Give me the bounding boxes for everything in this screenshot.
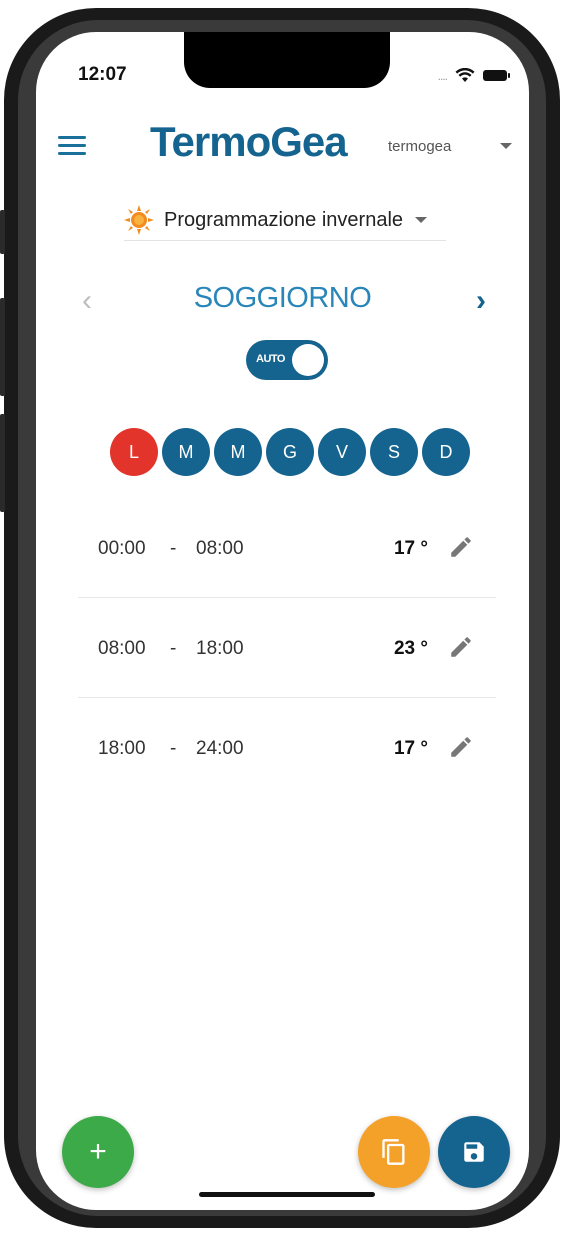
save-icon xyxy=(464,1142,484,1162)
day-selector: L M M G V S D xyxy=(110,428,470,476)
app-screen: 12:07 .... TermoGea termogea Programmazi… xyxy=(36,32,529,1210)
toggle-knob xyxy=(292,344,324,376)
volume-down-button xyxy=(0,414,5,512)
next-room-icon[interactable]: › xyxy=(476,284,486,318)
slot-temperature: 17 ° xyxy=(393,738,428,759)
slot-start: 00:00 xyxy=(98,538,146,559)
program-select[interactable]: Programmazione invernale xyxy=(124,200,446,241)
toggle-label: AUTO xyxy=(256,353,285,365)
day-tuesday[interactable]: M xyxy=(162,428,210,476)
notch xyxy=(184,32,390,88)
slot-end: 18:00 xyxy=(196,638,244,659)
schedule-row: 08:00 - 18:00 23 ° xyxy=(78,598,496,698)
day-sunday[interactable]: D xyxy=(422,428,470,476)
schedule-row: 00:00 - 08:00 17 ° xyxy=(78,498,496,598)
edit-icon[interactable] xyxy=(448,734,474,760)
slot-separator: - xyxy=(170,738,177,759)
app-logo: TermoGea xyxy=(150,118,348,165)
slot-separator: - xyxy=(170,538,177,559)
menu-icon[interactable] xyxy=(58,136,86,156)
day-thursday[interactable]: G xyxy=(266,428,314,476)
volume-up-button xyxy=(0,298,5,396)
edit-icon[interactable] xyxy=(448,634,474,660)
status-icons: .... xyxy=(437,68,510,83)
auto-mode-toggle[interactable]: AUTO xyxy=(246,340,328,380)
sun-icon xyxy=(124,205,154,235)
mute-switch xyxy=(0,210,5,254)
home-indicator[interactable] xyxy=(199,1192,375,1197)
schedule-row: 18:00 - 24:00 17 ° xyxy=(78,698,496,797)
caret-down-icon[interactable] xyxy=(500,143,512,149)
slot-start: 08:00 xyxy=(98,638,146,659)
status-time: 12:07 xyxy=(78,64,127,85)
slot-temperature: 17 ° xyxy=(393,538,428,559)
battery-icon xyxy=(483,70,510,81)
schedule-list: 00:00 - 08:00 17 ° 08:00 - 18:00 23 ° 18… xyxy=(78,498,496,797)
edit-icon[interactable] xyxy=(448,534,474,560)
wifi-icon xyxy=(455,68,475,82)
caret-down-icon xyxy=(415,217,428,223)
day-monday[interactable]: L xyxy=(110,428,158,476)
add-slot-button[interactable]: + xyxy=(62,1116,134,1188)
slot-end: 08:00 xyxy=(196,538,244,559)
day-saturday[interactable]: S xyxy=(370,428,418,476)
slot-temperature: 23 ° xyxy=(393,638,428,659)
signal-icon: .... xyxy=(437,68,448,83)
room-title: SOGGIORNO xyxy=(193,282,372,314)
copy-button[interactable] xyxy=(358,1116,430,1188)
user-dropdown[interactable]: termogea xyxy=(388,138,451,155)
copy-icon xyxy=(382,1139,405,1165)
day-wednesday[interactable]: M xyxy=(214,428,262,476)
slot-separator: - xyxy=(170,638,177,659)
slot-start: 18:00 xyxy=(98,738,146,759)
day-friday[interactable]: V xyxy=(318,428,366,476)
program-label: Programmazione invernale xyxy=(164,208,404,231)
slot-end: 24:00 xyxy=(196,738,244,759)
save-button[interactable] xyxy=(438,1116,510,1188)
